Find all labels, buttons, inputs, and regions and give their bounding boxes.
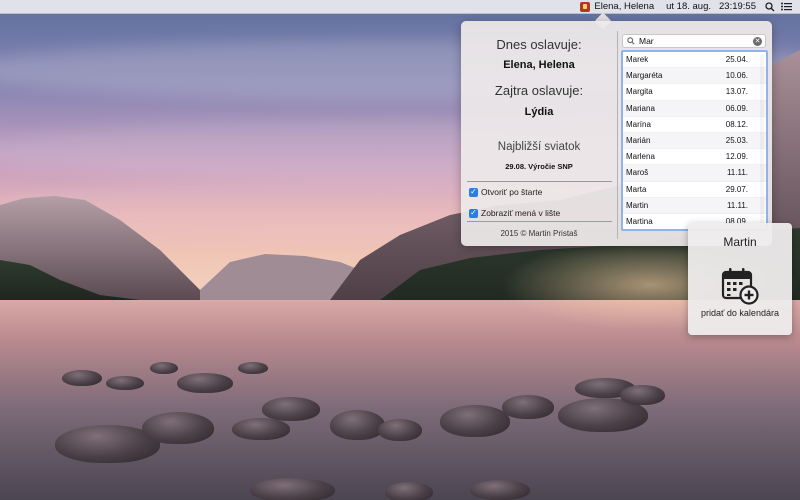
checkbox-checked-icon[interactable]: ✓ <box>469 187 478 197</box>
list-item-date: 10.06. <box>725 71 748 81</box>
rock <box>142 412 214 444</box>
list-item-name: Marlena <box>626 152 655 162</box>
list-item-name: Marek <box>626 55 649 65</box>
list-item[interactable]: Margita 13.07. <box>623 84 766 101</box>
menu-bar: Elena, Helena ut 18. aug. 23:19:55 <box>0 0 800 14</box>
rock <box>620 385 665 405</box>
clock-date: ut 18. aug. <box>666 1 712 12</box>
left-pane: Dnes oslavuje: Elena, Helena Zajtra osla… <box>461 21 617 246</box>
rock <box>106 376 144 390</box>
list-item[interactable]: Marek 25.04. <box>623 52 766 69</box>
search-icon <box>625 35 637 47</box>
list-item-date: 29.07. <box>725 184 748 194</box>
list-item[interactable]: Marta 29.07. <box>623 182 766 198</box>
pane-divider <box>617 31 618 239</box>
list-icon[interactable] <box>778 0 794 14</box>
list-item-name: Maroš <box>626 168 649 178</box>
open-at-login-option[interactable]: ✓ Otvoriť po štarte <box>469 187 542 197</box>
tomorrow-names: Lýdia <box>524 106 554 118</box>
rock <box>440 405 510 437</box>
list-item-date: 06.09. <box>725 103 748 113</box>
holiday-value: 29.08. Výročie SNP <box>505 162 573 171</box>
open-at-login-label: Otvoriť po štarte <box>481 187 543 197</box>
list-item-date: 25.04. <box>725 55 748 65</box>
list-item[interactable]: Marína 08.12. <box>623 117 766 133</box>
names-list-rows: Marek 25.04. Margaréta 10.06. Margita 13.07. M… <box>623 52 766 229</box>
list-item-name: Martina <box>626 216 653 226</box>
list-item-name: Martin <box>626 200 649 210</box>
copyright: 2015 © Martin Pristaš <box>500 229 578 238</box>
list-item-name: Marián <box>626 136 651 146</box>
list-item-name: Margita <box>626 87 653 97</box>
list-item-name: Mariana <box>626 103 655 113</box>
checkbox-checked-icon[interactable]: ✓ <box>469 208 478 218</box>
list-item-date: 25.03. <box>725 136 748 146</box>
rock <box>177 373 233 393</box>
rock <box>330 410 385 440</box>
rock <box>502 395 554 419</box>
clock[interactable]: ut 18. aug. 23:19:55 <box>660 0 762 14</box>
rock <box>385 482 433 500</box>
search-input[interactable] <box>637 35 749 47</box>
app-badge-icon <box>580 1 591 12</box>
list-item-date: 11.11. <box>726 200 748 210</box>
status-names: Elena, Helena <box>594 1 655 12</box>
clear-search-icon[interactable]: ✕ <box>753 36 762 46</box>
selected-name: Martin <box>723 235 757 249</box>
rock <box>250 478 335 500</box>
tomorrow-title: Zajtra oslavuje: <box>494 83 584 98</box>
rock <box>62 370 102 386</box>
today-names: Elena, Helena <box>503 59 575 71</box>
holiday-title: Najbližší sviatok <box>497 141 581 153</box>
spotlight-search-icon[interactable] <box>762 0 778 14</box>
names-list[interactable]: Marek 25.04. Margaréta 10.06. Margita 13.07. M… <box>621 50 768 231</box>
add-to-calendar-card: Martin pridať do kalendára <box>688 223 792 335</box>
list-item[interactable]: Marlena 12.09. <box>623 149 766 166</box>
divider <box>467 181 612 182</box>
rock <box>238 362 268 374</box>
calendar-add-icon[interactable] <box>720 266 760 306</box>
list-item-date: 11.11. <box>726 168 748 178</box>
show-names-option[interactable]: ✓ Zobraziť mená v lište <box>469 208 560 218</box>
nameday-status-item[interactable]: Elena, Helena <box>574 0 660 14</box>
list-item-name: Marína <box>626 119 651 129</box>
list-item[interactable]: Marián 25.03. <box>623 132 766 150</box>
list-item[interactable]: Martin 11.11. <box>623 197 766 214</box>
list-item[interactable]: Margaréta 10.06. <box>623 68 766 85</box>
rock <box>262 397 320 421</box>
list-item[interactable]: Maroš 11.11. <box>623 165 766 182</box>
rock <box>232 418 290 440</box>
search-field[interactable]: ✕ <box>622 34 766 48</box>
show-names-label: Zobraziť mená v lište <box>481 208 561 218</box>
list-item-name: Marta <box>626 184 647 194</box>
rock <box>378 419 422 441</box>
scrollbar[interactable] <box>760 54 764 228</box>
list-item-date: 08.12. <box>725 119 748 129</box>
today-title: Dnes oslavuje: <box>496 37 582 52</box>
add-to-calendar-label[interactable]: pridať do kalendára <box>688 308 792 318</box>
list-item-name: Margaréta <box>626 71 663 81</box>
nameday-popover: Dnes oslavuje: Elena, Helena Zajtra osla… <box>461 21 772 246</box>
rock <box>470 480 530 500</box>
clock-time: 23:19:55 <box>719 1 756 12</box>
lake <box>0 300 800 500</box>
list-item[interactable]: Mariana 06.09. <box>623 100 766 117</box>
list-item-date: 12.09. <box>725 152 748 162</box>
divider <box>467 221 612 222</box>
list-item-date: 13.07. <box>725 87 748 97</box>
rock <box>150 362 178 374</box>
